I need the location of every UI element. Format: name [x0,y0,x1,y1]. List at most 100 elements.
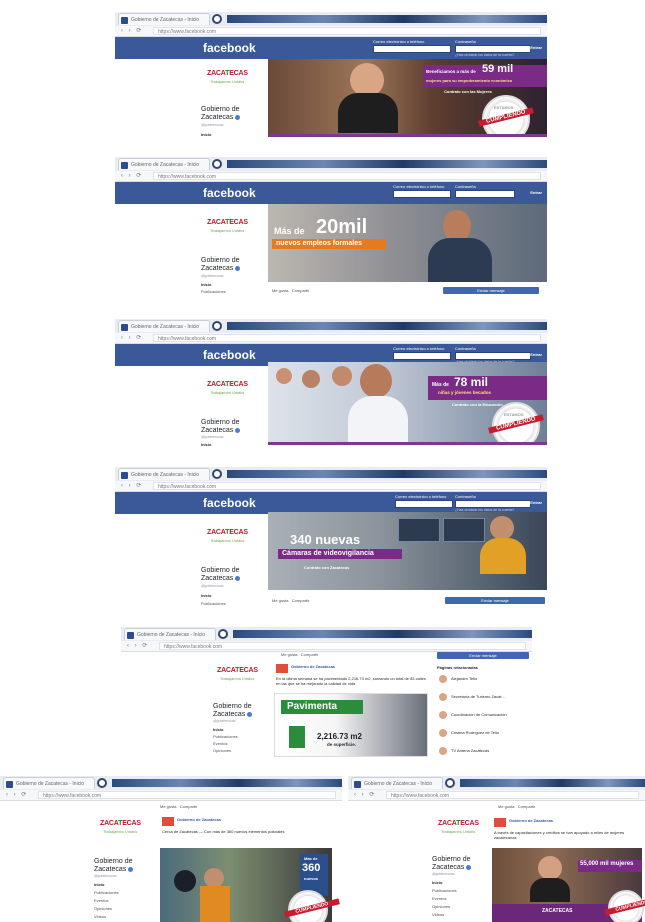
nav-reviews[interactable]: Opiniones [432,904,450,909]
post-image[interactable]: Pavimenta 2,216.73 m2 de superficie. [274,693,428,757]
page-name[interactable]: Gobierno de Zacatecas [94,858,134,874]
nav-home[interactable]: Inicio [201,593,211,598]
cover-photo-3[interactable]: Más de 78 mil niñas y jóvenes becados Co… [268,362,547,445]
send-message-button[interactable]: Enviar mensaje [445,597,545,604]
page-name[interactable]: Gobierno de Zacatecas [201,106,241,122]
email-input[interactable] [373,45,451,53]
nav-events[interactable]: Eventos [213,741,227,746]
url-field[interactable]: https://www.facebook.com [153,334,541,342]
new-tab-icon[interactable] [97,778,107,788]
nav-buttons[interactable]: ‹ › ⟳ [121,334,143,341]
post-author[interactable]: Gobierno de Zacatecas [291,664,335,669]
send-message-button[interactable]: Enviar mensaje [437,652,529,659]
new-tab-icon[interactable] [212,321,222,331]
url-field[interactable]: https://www.facebook.com [153,27,541,35]
browser-tab[interactable]: Gobierno de Zacatecas - Inicio [118,13,210,25]
forgot-link[interactable]: ¿Has olvidado los datos de la cuenta? [455,53,514,57]
browser-tab[interactable]: Gobierno de Zacatecas - Inicio [351,777,443,789]
login-button[interactable]: Entrar [530,45,542,50]
login-button[interactable]: Entrar [530,190,542,195]
nav-videos[interactable]: Videos [94,914,106,919]
password-input[interactable] [455,45,531,53]
browser-tab[interactable]: Gobierno de Zacatecas - Inicio [118,468,210,480]
nav-posts[interactable]: Publicaciones [94,890,119,895]
browser-tab[interactable]: Gobierno de Zacatecas - Inicio [3,777,95,789]
author-avatar[interactable] [494,818,506,827]
send-message-button[interactable]: Enviar mensaje [443,287,539,294]
nav-buttons[interactable]: ‹ › ⟳ [121,172,143,179]
facebook-logo[interactable]: facebook [203,348,256,362]
nav-posts[interactable]: Publicaciones [213,734,238,739]
related-page[interactable]: Coordinación de Comunicación [439,711,507,719]
author-avatar[interactable] [276,664,288,673]
facebook-logo[interactable]: facebook [203,186,256,200]
password-input[interactable] [455,190,515,198]
url-field[interactable]: https://www.facebook.com [159,642,526,650]
new-tab-icon[interactable] [445,778,455,788]
url-field[interactable]: https://www.facebook.com [386,791,639,799]
url-field[interactable]: https://www.facebook.com [153,172,541,180]
related-page[interactable]: Secretaría de Turismo Zacat... [439,693,505,701]
email-input[interactable] [393,190,451,198]
post-image[interactable]: 55,000 mil mujeres ZACATECAS CUMPLIENDO [492,848,645,922]
nav-videos[interactable]: Videos [432,912,444,917]
nav-events[interactable]: Eventos [94,898,108,903]
login-button[interactable]: Entrar [530,500,542,505]
nav-reviews[interactable]: Opiniones [94,906,112,911]
nav-home[interactable]: Inicio [201,442,211,447]
like-button[interactable]: Me gusta [160,804,176,809]
facebook-logo[interactable]: facebook [203,41,256,55]
share-button[interactable]: Compartir [301,652,319,657]
login-button[interactable]: Entrar [530,352,542,357]
nav-posts[interactable]: Publicaciones [201,289,226,294]
post-author[interactable]: Gobierno de Zacatecas [177,817,221,822]
cover-photo-1[interactable]: Beneficiamos a más de 59 mil mujeres par… [268,59,547,137]
nav-posts[interactable]: Publicaciones [432,888,457,893]
new-tab-icon[interactable] [212,159,222,169]
nav-home[interactable]: Inicio [201,132,211,137]
browser-tab[interactable]: Gobierno de Zacatecas - Inicio [118,158,210,170]
share-button[interactable]: Compartir [518,804,536,809]
nav-home[interactable]: Inicio [201,282,211,287]
url-field[interactable]: https://www.facebook.com [38,791,336,799]
share-button[interactable]: Compartir [180,804,198,809]
page-name[interactable]: Gobierno de Zacatecas [213,703,253,719]
like-button[interactable]: Me gusta [498,804,514,809]
nav-buttons[interactable]: ‹ › ⟳ [354,791,376,798]
post-author[interactable]: Gobierno de Zacatecas [509,818,553,823]
url-field[interactable]: https://www.facebook.com [153,482,541,490]
email-input[interactable] [395,500,453,508]
browser-tab[interactable]: Gobierno de Zacatecas - Inicio [118,320,210,332]
new-tab-icon[interactable] [212,14,222,24]
email-input[interactable] [393,352,451,360]
cover-photo-2[interactable]: Más de 20mil nuevos empleos formales [268,204,547,282]
nav-home[interactable]: Inicio [94,882,104,887]
nav-events[interactable]: Eventos [432,896,446,901]
share-button[interactable]: Compartir [292,288,310,293]
page-name[interactable]: Gobierno de Zacatecas [432,856,472,872]
nav-buttons[interactable]: ‹ › ⟳ [6,791,28,798]
page-name[interactable]: Gobierno de Zacatecas [201,257,241,273]
nav-posts[interactable]: Publicaciones [201,601,226,606]
nav-buttons[interactable]: ‹ › ⟳ [121,27,143,34]
like-button[interactable]: Me gusta [272,288,288,293]
author-avatar[interactable] [162,817,174,826]
post-image[interactable]: Más de 360 nuevos CUMPLIENDO [160,848,340,922]
nav-buttons[interactable]: ‹ › ⟳ [121,482,143,489]
nav-home[interactable]: Inicio [432,880,442,885]
new-tab-icon[interactable] [212,469,222,479]
like-button[interactable]: Me gusta [281,652,297,657]
like-button[interactable]: Me gusta [272,598,288,603]
share-button[interactable]: Compartir [292,598,310,603]
password-input[interactable] [455,500,531,508]
facebook-logo[interactable]: facebook [203,496,256,510]
nav-home[interactable]: Inicio [213,727,223,732]
page-name[interactable]: Gobierno de Zacatecas [201,419,241,435]
nav-reviews[interactable]: Opiniones [213,748,231,753]
new-tab-icon[interactable] [218,629,228,639]
nav-buttons[interactable]: ‹ › ⟳ [127,642,149,649]
related-page[interactable]: Alejandro Tello [439,675,477,683]
browser-tab[interactable]: Gobierno de Zacatecas - Inicio [124,628,216,640]
password-input[interactable] [455,352,531,360]
page-name[interactable]: Gobierno de Zacatecas [201,567,241,583]
